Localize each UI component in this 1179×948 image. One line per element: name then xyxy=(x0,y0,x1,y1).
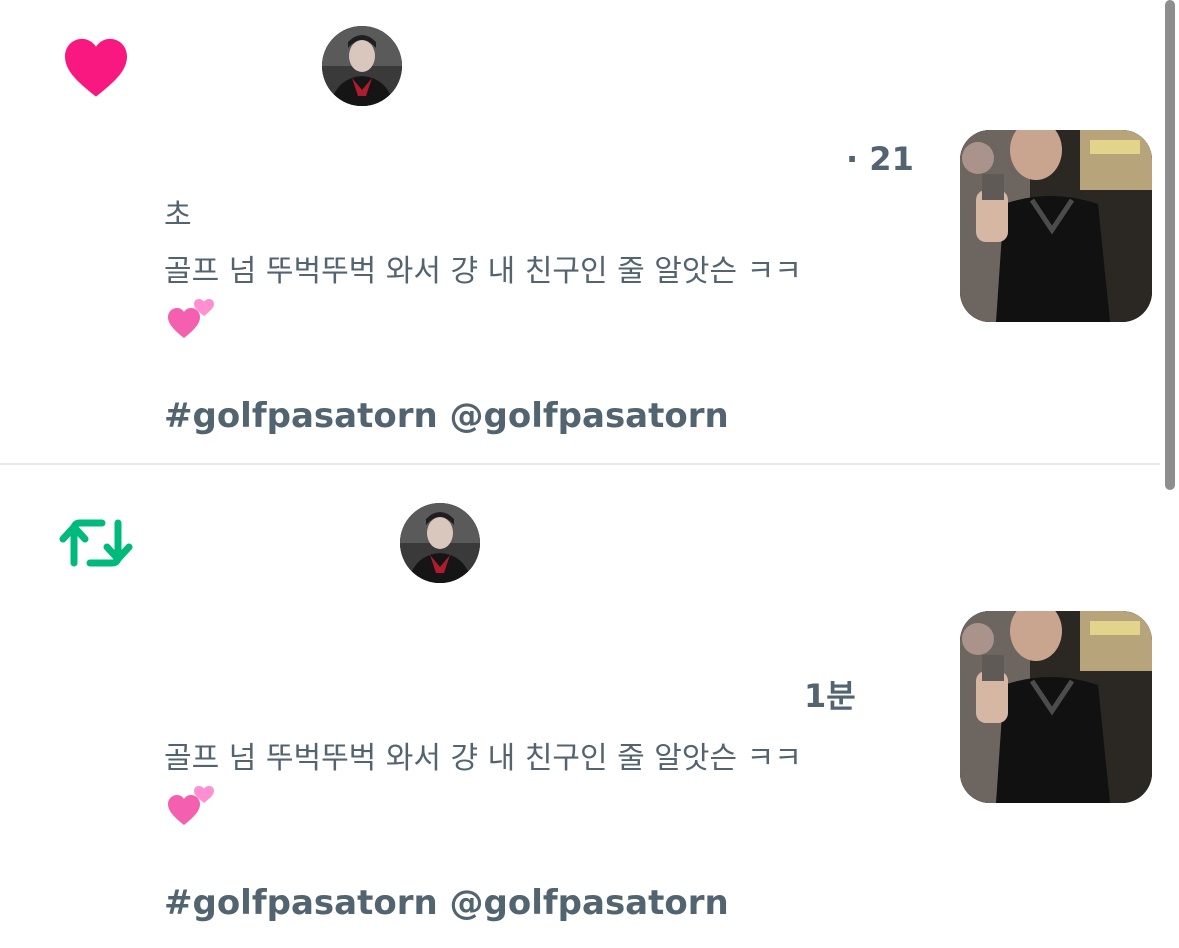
timestamp: · 21 xyxy=(846,140,914,178)
two-hearts-emoji xyxy=(168,299,214,338)
two-hearts-emoji xyxy=(168,786,214,825)
timestamp: 1분 xyxy=(804,677,856,715)
thumbnail-image xyxy=(960,611,1152,803)
media-thumbnail[interactable] xyxy=(960,611,1152,803)
avatar-image xyxy=(400,503,480,583)
thumbnail-image xyxy=(960,130,1152,322)
tweet-text-line: 골프 넘 뚜벅뚜벅 와서 걍 내 친구인 줄 알앗슨 ㅋㅋ xyxy=(164,254,802,289)
heart-icon xyxy=(65,38,127,97)
retweet-icon xyxy=(59,519,133,567)
avatar-image xyxy=(322,26,402,106)
tweet-text-line: 초 xyxy=(164,198,192,233)
hashtag-mention[interactable]: #golfpasatorn @golfpasatorn xyxy=(164,396,729,436)
notification-like[interactable]: · 21 초 골프 넘 뚜벅뚜벅 와서 걍 내 친구인 줄 알앗슨 ㅋㅋ #go… xyxy=(0,0,1160,464)
notifications-page: · 21 초 골프 넘 뚜벅뚜벅 와서 걍 내 친구인 줄 알앗슨 ㅋㅋ #go… xyxy=(0,0,1179,948)
hashtag-mention[interactable]: #golfpasatorn @golfpasatorn xyxy=(164,883,729,923)
avatar[interactable] xyxy=(400,503,480,583)
notification-retweet[interactable]: 1분 골프 넘 뚜벅뚜벅 와서 걍 내 친구인 줄 알앗슨 ㅋㅋ #golfpa… xyxy=(0,465,1160,948)
tweet-text-line: 골프 넘 뚜벅뚜벅 와서 걍 내 친구인 줄 알앗슨 ㅋㅋ xyxy=(164,741,802,776)
avatar[interactable] xyxy=(322,26,402,106)
scrollbar[interactable] xyxy=(1165,0,1175,490)
media-thumbnail[interactable] xyxy=(960,130,1152,322)
